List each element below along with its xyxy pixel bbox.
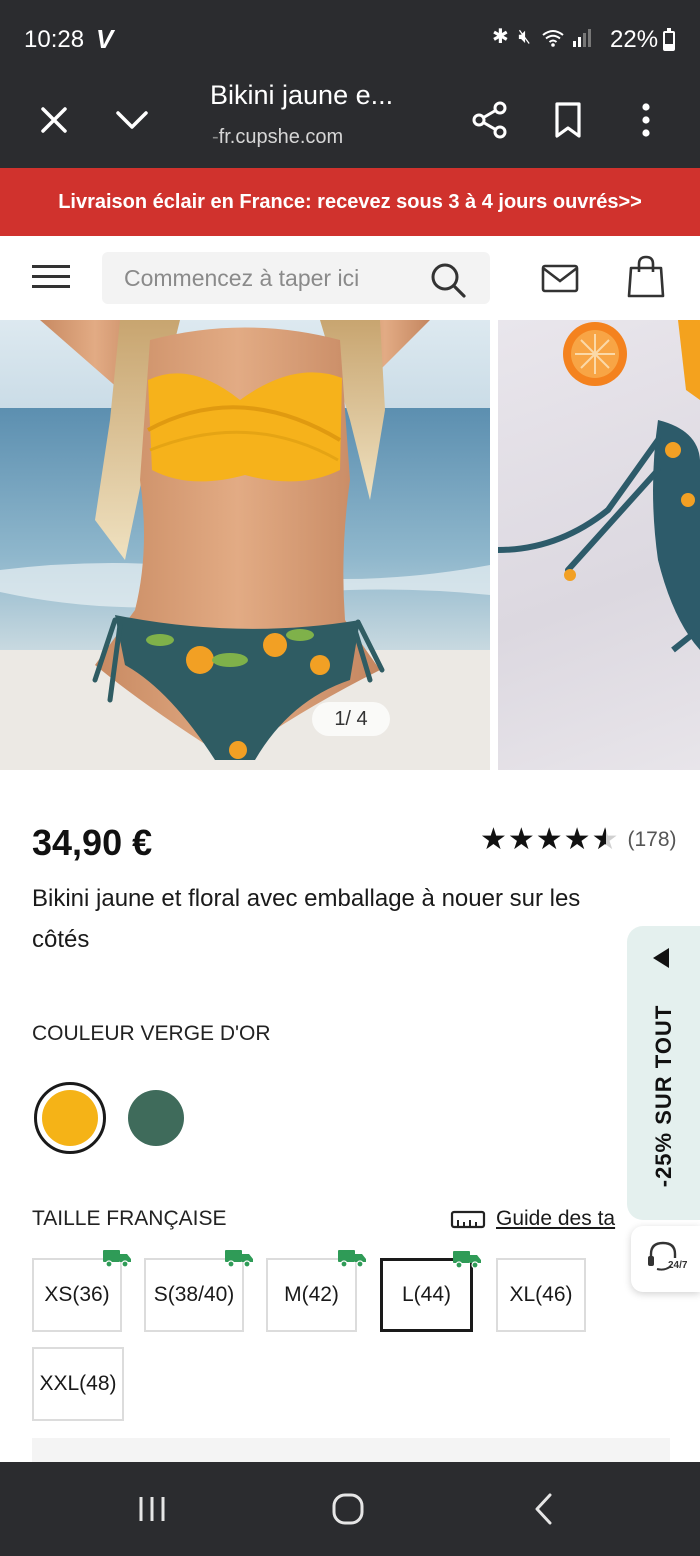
discount-text: -25% SUR TOUT <box>650 1004 676 1188</box>
recent-apps-icon[interactable] <box>122 1486 182 1532</box>
size-option-s[interactable]: S(38/40) <box>144 1250 253 1332</box>
express-truck-icon <box>338 1250 366 1268</box>
status-icons: ✱ 🔇︎ <box>492 24 592 49</box>
shopping-bag-icon[interactable] <box>624 254 668 300</box>
size-option-l[interactable]: L(44) <box>380 1251 481 1332</box>
menu-icon[interactable] <box>30 260 72 296</box>
signal-icon <box>573 28 592 47</box>
battery-percent: 22% <box>610 26 659 53</box>
page-title: Bikini jaune e... <box>210 80 394 110</box>
color-label: COULEUR VERGE D'OR <box>32 1022 271 1045</box>
review-count: (178) <box>627 828 677 851</box>
product-rating[interactable]: ★★★★★ ★★★★★ (178) <box>480 822 677 858</box>
mail-icon[interactable] <box>538 258 582 298</box>
close-icon[interactable] <box>28 94 80 146</box>
size-option-label: XL(46) <box>509 1283 573 1306</box>
wifi-icon <box>541 29 564 47</box>
swatch-fill-yellow <box>42 1090 98 1146</box>
size-label: TAILLE FRANÇAISE <box>32 1207 227 1230</box>
bluetooth-icon: ✱ <box>492 26 511 48</box>
back-icon[interactable] <box>514 1486 574 1532</box>
express-truck-icon <box>453 1251 481 1269</box>
product-gallery[interactable]: 1/ 4 <box>0 320 700 770</box>
size-option-m[interactable]: M(42) <box>266 1250 366 1332</box>
system-nav-bar <box>0 1462 700 1556</box>
url-text: fr.cupshe.com <box>218 126 344 148</box>
support-hours: 24/7 <box>668 1260 688 1271</box>
chevron-down-icon[interactable] <box>106 94 158 146</box>
size-option-label: S(38/40) <box>153 1283 235 1306</box>
search-bar[interactable] <box>102 252 490 304</box>
home-icon[interactable] <box>318 1486 378 1532</box>
size-option-xxl[interactable]: XXL(48) <box>32 1347 124 1421</box>
size-guide-link[interactable]: Guide des ta <box>450 1205 630 1233</box>
product-price: 34,90 € <box>32 822 153 863</box>
promo-banner[interactable]: Livraison éclair en France: recevez sous… <box>0 168 700 236</box>
collapse-arrow-icon[interactable] <box>653 948 669 968</box>
bookmark-icon[interactable] <box>542 94 594 146</box>
support-chat-button[interactable]: 24/7 <box>631 1226 700 1292</box>
product-image-main[interactable]: 1/ 4 <box>0 320 490 770</box>
express-truck-icon <box>225 1250 253 1268</box>
ruler-icon <box>450 1210 486 1229</box>
product-photo <box>0 320 490 770</box>
color-swatch-green[interactable] <box>128 1090 184 1146</box>
browser-tab-bar: Bikini jaune e... -fr.cupshe.com <box>0 72 700 168</box>
size-option-xl[interactable]: XL(46) <box>496 1258 586 1332</box>
size-option-label: XXL(48) <box>39 1372 117 1395</box>
express-truck-icon <box>103 1250 131 1268</box>
search-input[interactable] <box>124 252 424 304</box>
product-photo-flatlay <box>498 320 700 653</box>
discount-side-tab[interactable]: -25% SUR TOUT <box>627 926 700 1220</box>
product-image-next[interactable] <box>498 320 700 770</box>
status-time: 10:28 <box>24 26 85 53</box>
mute-icon: 🔇︎ <box>518 26 533 48</box>
next-section-strip <box>32 1438 670 1464</box>
size-guide-text: Guide des ta <box>496 1207 616 1230</box>
product-title: Bikini jaune et floral avec emballage à … <box>32 885 581 953</box>
size-option-label: M(42) <box>284 1283 339 1306</box>
gallery-counter: 1/ 4 <box>312 702 390 736</box>
promo-text: Livraison éclair en France: recevez sous… <box>58 190 642 213</box>
status-bar: 10:28 V ✱ 🔇︎ 22% <box>0 0 700 72</box>
rating-stars-filled: ★★★★★ <box>480 825 606 855</box>
size-option-label: XS(36) <box>44 1283 110 1306</box>
site-header <box>0 236 700 320</box>
url-prefix: - <box>212 126 219 148</box>
color-swatch-yellow[interactable] <box>34 1082 106 1154</box>
battery-icon <box>663 28 675 51</box>
size-option-xs[interactable]: XS(36) <box>32 1250 131 1332</box>
share-icon[interactable] <box>464 94 516 146</box>
size-option-label: L(44) <box>401 1283 452 1306</box>
search-icon[interactable] <box>428 260 468 300</box>
page-url: -fr.cupshe.com <box>212 126 343 149</box>
more-vertical-icon[interactable] <box>620 94 672 146</box>
carrier-logo: V <box>96 24 114 54</box>
rating-stars: ★★★★★ ★★★★★ <box>480 825 619 855</box>
